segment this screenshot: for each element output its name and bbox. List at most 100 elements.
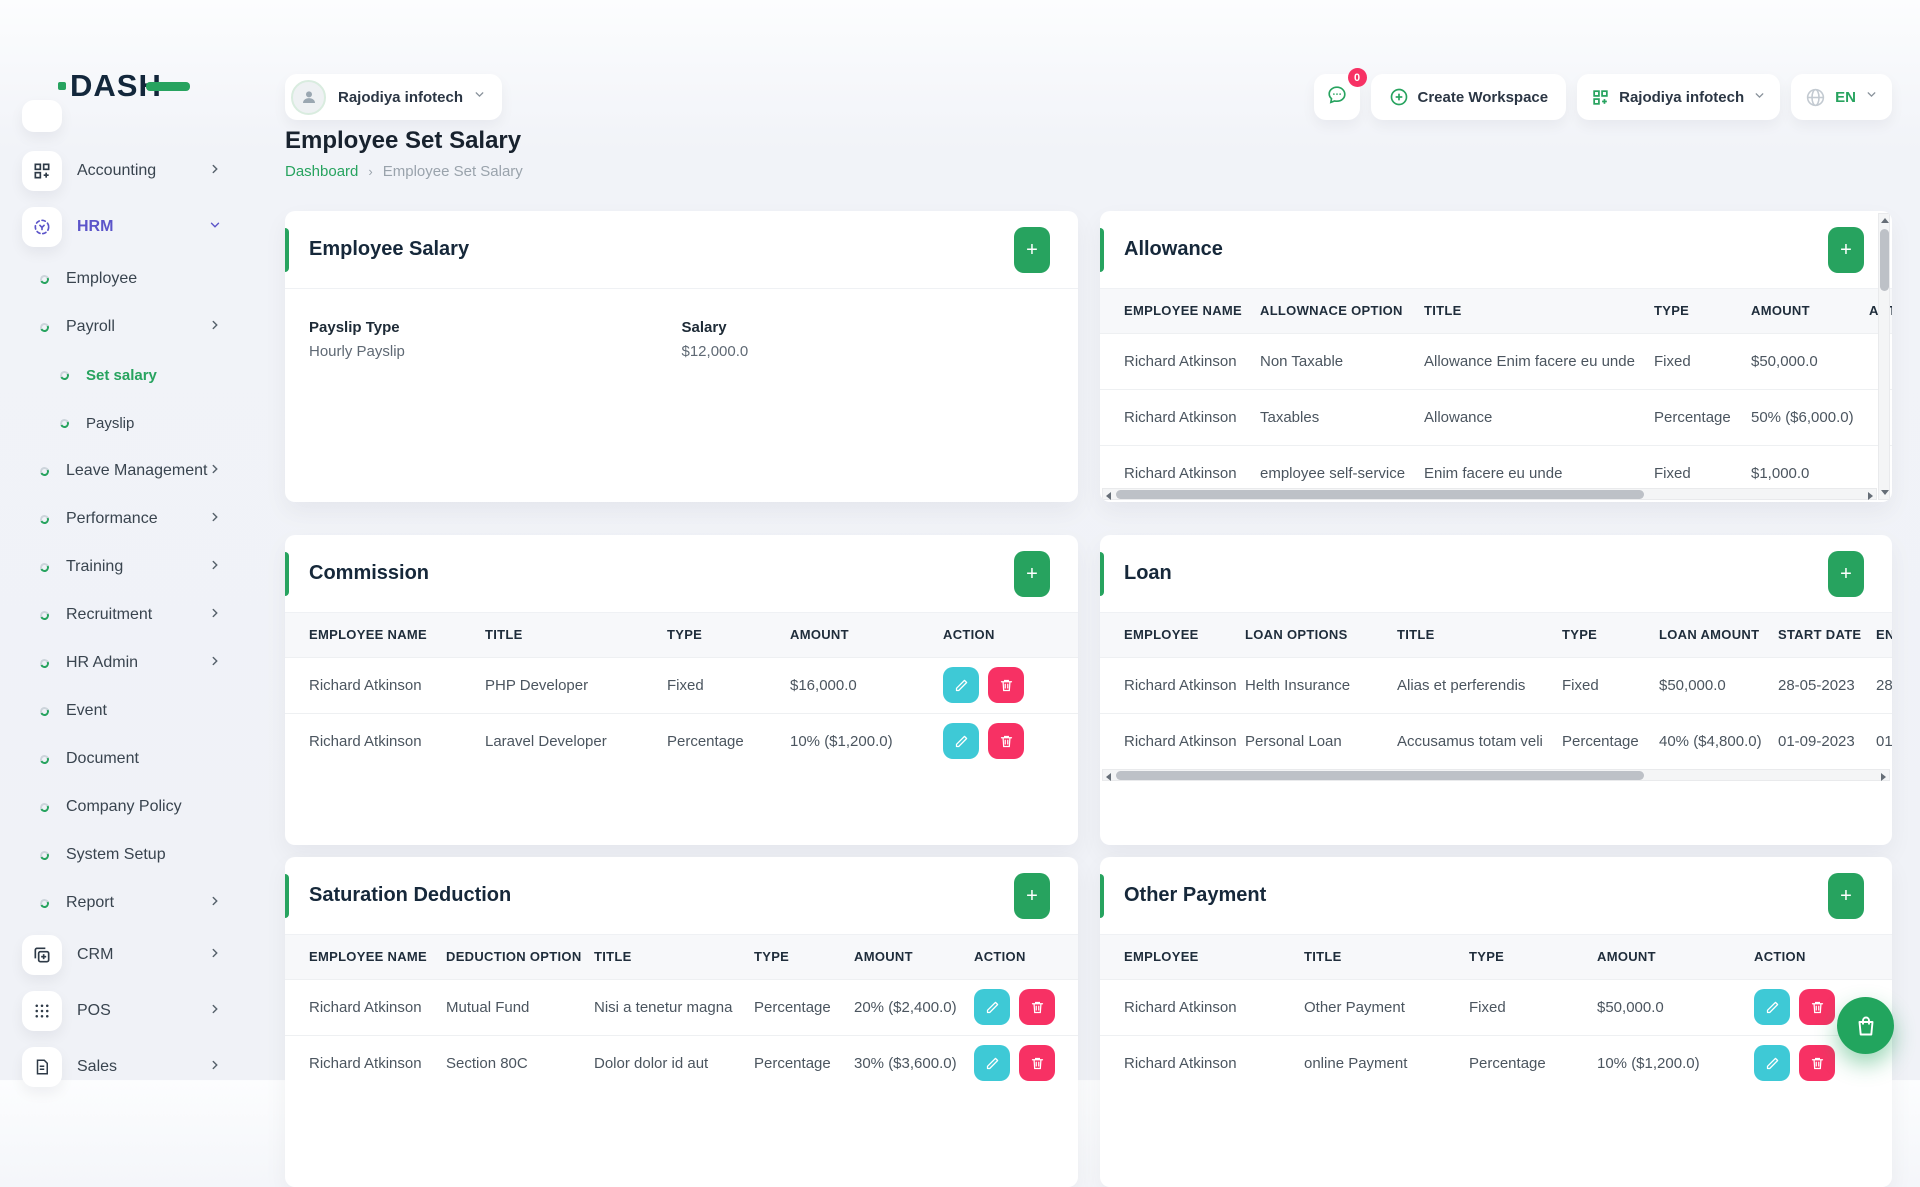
vertical-scrollbar[interactable] — [1878, 213, 1890, 500]
table-cell: 30% ($3,600.0) — [844, 1035, 964, 1091]
table-cell: Accusamus totam veli — [1387, 713, 1552, 769]
sidebar-item-system-setup[interactable]: System Setup — [0, 831, 262, 879]
column-header-employee-name: EMPLOYEE NAME — [1100, 289, 1250, 333]
sidebar-item-hr-admin[interactable]: HR Admin — [0, 639, 262, 687]
table-cell: Percentage — [1552, 713, 1649, 769]
sidebar-item-leave-management[interactable]: Leave Management — [0, 447, 262, 495]
sidebar-item-training[interactable]: Training — [0, 543, 262, 591]
add-button[interactable]: + — [1014, 227, 1050, 273]
table-row: Richard AtkinsonPHP DeveloperFixed$16,00… — [285, 657, 1078, 713]
sidebar-item-label: Company Policy — [66, 798, 182, 816]
table-cell: 01-0 — [1866, 713, 1892, 769]
other_payment-table: EMPLOYEETITLETYPEAMOUNTACTIONRichard Atk… — [1100, 935, 1892, 1091]
chevron-right-icon — [208, 606, 222, 625]
sidebar-item-label: Document — [66, 750, 139, 768]
delete-button[interactable] — [1019, 1045, 1055, 1081]
table-cell: online Payment — [1294, 1035, 1459, 1091]
table-cell: Richard Atkinson — [285, 713, 475, 769]
workspace-switcher-label: Rajodiya infotech — [1619, 89, 1744, 106]
sidebar-item-label: Recruitment — [66, 606, 152, 624]
table-row: Richard Atkinsononline PaymentPercentage… — [1100, 1035, 1892, 1091]
table-cell: Alias et perferendis — [1387, 657, 1552, 713]
action-cell — [964, 979, 1078, 1035]
create-workspace-label: Create Workspace — [1418, 89, 1549, 106]
sidebar-item-label: Payroll — [66, 318, 115, 336]
edit-button[interactable] — [943, 667, 979, 703]
app-logo[interactable]: DASH — [58, 68, 190, 104]
action-cell — [933, 657, 1078, 713]
column-header-employee: EMPLOYEE — [1100, 935, 1294, 979]
workspace-switcher-button[interactable]: Rajodiya infotech — [1577, 74, 1780, 120]
chevron-right-icon — [208, 946, 222, 965]
table-cell: Other Payment — [1294, 979, 1459, 1035]
delete-button[interactable] — [1799, 1045, 1835, 1081]
allowance-table: EMPLOYEE NAMEALLOWNACE OPTIONTITLETYPEAM… — [1100, 289, 1892, 501]
sidebar-item-payslip[interactable]: Payslip — [0, 399, 262, 447]
table-row: Richard AtkinsonPersonal LoanAccusamus t… — [1100, 713, 1892, 769]
add-button[interactable]: + — [1014, 873, 1050, 919]
add-button[interactable]: + — [1014, 551, 1050, 597]
bullet-icon — [39, 753, 51, 765]
sidebar-item-payroll[interactable]: Payroll — [0, 303, 262, 351]
chevron-right-icon — [208, 510, 222, 529]
sidebar-item-label: CRM — [77, 946, 113, 964]
edit-button[interactable] — [974, 1045, 1010, 1081]
chevron-right-icon: › — [368, 164, 372, 179]
sidebar-scrolled-item-icon[interactable] — [22, 100, 62, 132]
sidebar-item-accounting[interactable]: Accounting — [0, 143, 262, 199]
chevron-right-icon — [208, 558, 222, 577]
edit-button[interactable] — [974, 989, 1010, 1025]
delete-button[interactable] — [1019, 989, 1055, 1025]
table-cell: Richard Atkinson — [1100, 389, 1250, 445]
column-header-title: TITLE — [1387, 613, 1552, 657]
sidebar-item-set-salary[interactable]: Set salary — [0, 351, 262, 399]
sidebar-item-recruitment[interactable]: Recruitment — [0, 591, 262, 639]
edit-button[interactable] — [1754, 1045, 1790, 1081]
sidebar-item-label: Accounting — [77, 162, 156, 180]
edit-button[interactable] — [943, 723, 979, 759]
edit-button[interactable] — [1754, 989, 1790, 1025]
delete-button[interactable] — [1799, 989, 1835, 1025]
table-cell: Dolor dolor id aut — [584, 1035, 744, 1091]
sidebar-item-document[interactable]: Document — [0, 735, 262, 783]
breadcrumb-current: Employee Set Salary — [383, 163, 523, 180]
add-button[interactable]: + — [1828, 227, 1864, 273]
delete-button[interactable] — [988, 723, 1024, 759]
card-title: Employee Salary — [309, 238, 469, 261]
sidebar-item-performance[interactable]: Performance — [0, 495, 262, 543]
column-header-title: TITLE — [1414, 289, 1644, 333]
table-cell: Percentage — [744, 979, 844, 1035]
notification-badge: 0 — [1348, 68, 1367, 87]
language-selector[interactable]: EN — [1791, 74, 1892, 120]
column-header-loan-options: LOAN OPTIONS — [1235, 613, 1387, 657]
sidebar-item-event[interactable]: Event — [0, 687, 262, 735]
sidebar-item-hrm[interactable]: HRM — [0, 199, 262, 255]
column-header-type: TYPE — [1459, 935, 1587, 979]
sidebar-item-pos[interactable]: POS — [0, 983, 262, 1039]
create-workspace-button[interactable]: Create Workspace — [1371, 74, 1567, 120]
table-cell: $50,000.0 — [1649, 657, 1768, 713]
add-button[interactable]: + — [1828, 873, 1864, 919]
chevron-right-icon — [208, 654, 222, 673]
breadcrumb-dashboard-link[interactable]: Dashboard — [285, 163, 358, 180]
table-cell: 40% ($4,800.0) — [1649, 713, 1768, 769]
table-cell: Percentage — [657, 713, 780, 769]
messages-button[interactable]: 0 — [1314, 74, 1360, 120]
table-cell: Non Taxable — [1250, 333, 1414, 389]
table-row: Richard AtkinsonTaxablesAllowancePercent… — [1100, 389, 1892, 445]
horizontal-scrollbar[interactable] — [1102, 769, 1890, 781]
sidebar-item-crm[interactable]: CRM — [0, 927, 262, 983]
sidebar-item-employee[interactable]: Employee — [0, 255, 262, 303]
column-header-type: TYPE — [1644, 289, 1741, 333]
delete-button[interactable] — [988, 667, 1024, 703]
shopping-bag-fab-button[interactable] — [1837, 997, 1894, 1054]
sidebar-item-report[interactable]: Report — [0, 879, 262, 927]
sidebar-item-company-policy[interactable]: Company Policy — [0, 783, 262, 831]
workspace-current-button[interactable]: Rajodiya infotech — [285, 74, 502, 120]
column-header-deduction-option: DEDUCTION OPTION — [436, 935, 584, 979]
sidebar-item-sales[interactable]: Sales — [0, 1039, 262, 1095]
chevron-down-icon — [473, 88, 486, 106]
add-button[interactable]: + — [1828, 551, 1864, 597]
horizontal-scrollbar[interactable] — [1102, 488, 1877, 500]
action-cell — [933, 713, 1078, 769]
